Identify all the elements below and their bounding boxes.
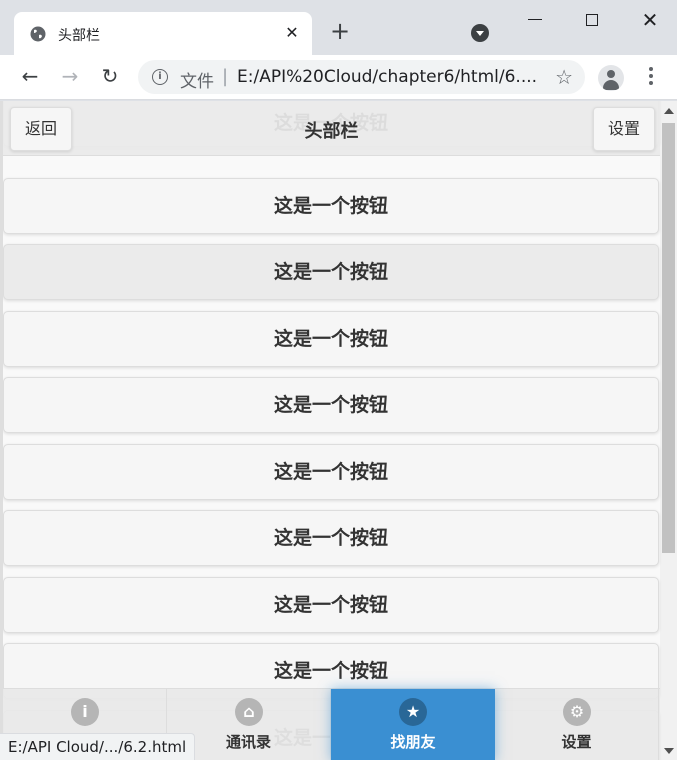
tab-label: 设置 bbox=[561, 733, 592, 751]
scroll-down-icon[interactable] bbox=[664, 748, 674, 754]
kebab-menu-icon[interactable] bbox=[648, 67, 654, 87]
browser-tab[interactable]: 头部栏 ✕ bbox=[14, 12, 312, 55]
maximize-icon[interactable] bbox=[586, 14, 598, 26]
tab-label: 找朋友 bbox=[390, 733, 436, 751]
home-icon: ⌂ bbox=[235, 698, 263, 726]
list-button[interactable]: 这是一个按钮 bbox=[3, 510, 659, 566]
scroll-thumb[interactable] bbox=[662, 123, 675, 553]
arrow-left-icon[interactable]: ← bbox=[18, 64, 42, 88]
page-header: 返回 头部栏 设置 bbox=[3, 101, 660, 156]
scrollbar[interactable] bbox=[660, 101, 677, 760]
list-button[interactable]: 这是一个按钮 bbox=[3, 311, 659, 367]
list-button[interactable]: 这是一个按钮 bbox=[3, 178, 659, 234]
arrow-right-icon[interactable]: → bbox=[58, 64, 82, 88]
page-title: 头部栏 bbox=[304, 121, 359, 142]
tab-star[interactable]: ★ 找朋友 bbox=[331, 689, 495, 760]
list-button[interactable]: 这是一个按钮 bbox=[3, 444, 659, 500]
gear-icon: ⚙ bbox=[563, 698, 591, 726]
scroll-up-icon[interactable] bbox=[664, 108, 674, 114]
address-scheme: 文件 bbox=[180, 72, 214, 92]
list-button[interactable]: 这是一个按钮 bbox=[3, 244, 659, 300]
address-bar[interactable]: i 文件 | E:/API%20Cloud/chapter6/html/6...… bbox=[138, 60, 585, 94]
tab-search-icon[interactable] bbox=[471, 24, 489, 42]
browser-toolbar: ← → ↻ i 文件 | E:/API%20Cloud/chapter6/htm… bbox=[0, 55, 677, 100]
list-button[interactable]: 这是一个按钮 bbox=[3, 577, 659, 633]
address-url[interactable]: E:/API%20Cloud/chapter6/html/6.... bbox=[237, 67, 537, 87]
plus-icon[interactable]: + bbox=[328, 19, 352, 44]
reload-icon[interactable]: ↻ bbox=[98, 64, 122, 88]
page-viewport: 返回 头部栏 设置 这是一个按钮 这是一个按钮 这是一个按钮 这是一个按钮 这是一个按钮… bbox=[0, 101, 677, 760]
globe-icon bbox=[30, 26, 46, 42]
settings-button[interactable]: 设置 bbox=[592, 107, 655, 151]
list-button[interactable]: 这是一个按钮 bbox=[3, 377, 659, 433]
info-icon: i bbox=[71, 698, 99, 726]
info-icon[interactable]: i bbox=[152, 69, 168, 85]
tab-gear[interactable]: ⚙ 设置 bbox=[495, 689, 659, 760]
profile-icon[interactable] bbox=[598, 65, 624, 91]
star-icon[interactable]: ☆ bbox=[555, 65, 573, 89]
close-icon[interactable]: ✕ bbox=[282, 23, 302, 43]
minimize-icon[interactable] bbox=[528, 19, 542, 20]
window-close-icon[interactable]: ✕ bbox=[640, 8, 660, 32]
tab-title: 头部栏 bbox=[58, 28, 100, 44]
status-bar: E:/API Cloud/.../6.2.html bbox=[0, 733, 196, 760]
address-separator: | bbox=[222, 66, 229, 87]
star-icon: ★ bbox=[399, 698, 427, 726]
tab-strip: 头部栏 ✕ + ✕ bbox=[0, 0, 677, 55]
